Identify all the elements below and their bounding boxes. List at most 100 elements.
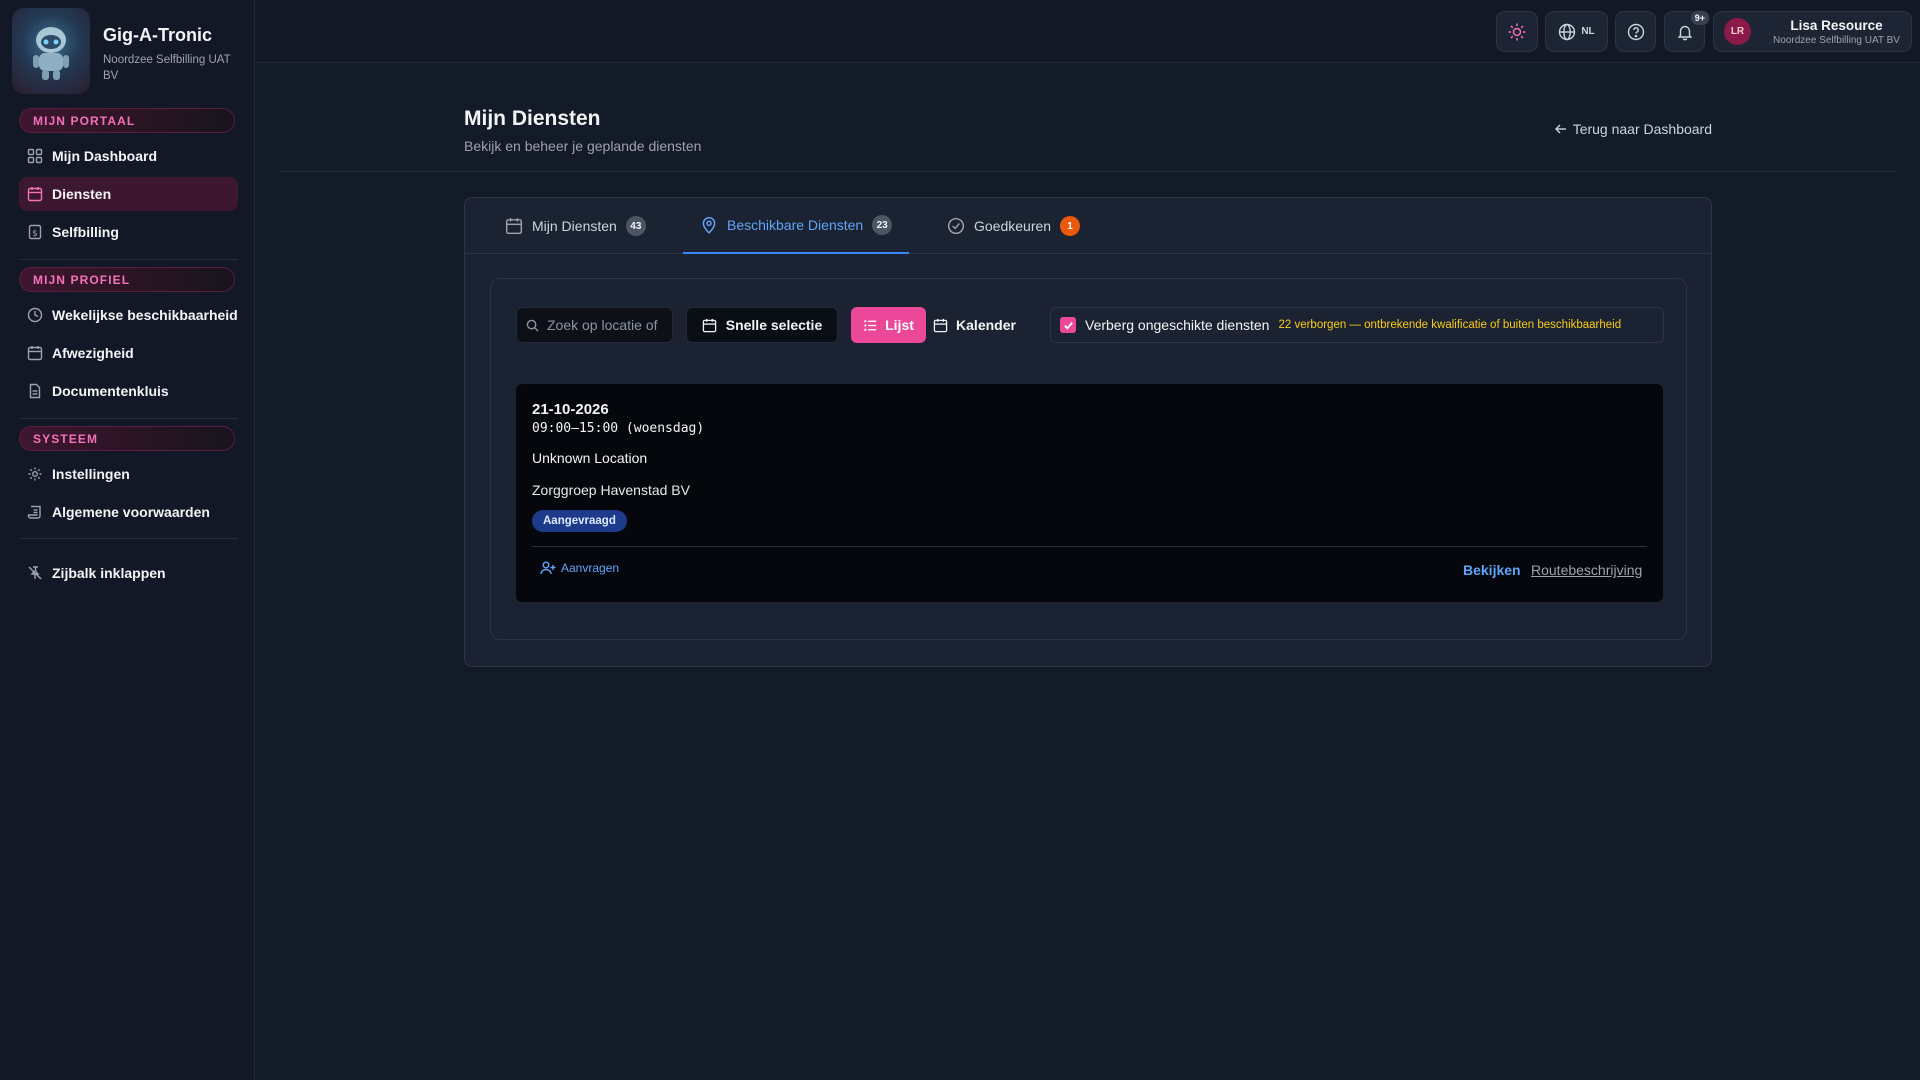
notification-count-badge: 9+ <box>1689 10 1710 26</box>
shift-divider <box>532 546 1647 547</box>
sidebar-item-label: Documentenkluis <box>52 383 169 399</box>
avatar: LR <box>1724 18 1751 45</box>
user-plus-icon <box>540 560 556 576</box>
language-code: NL <box>1581 26 1595 37</box>
sidebar-item-label: Instellingen <box>52 466 130 482</box>
sidebar-item-label: Zijbalk inklappen <box>52 565 166 581</box>
calendar-icon <box>505 217 523 235</box>
sidebar-item-selfbilling[interactable]: $ Selfbilling <box>19 215 238 249</box>
sidebar: Gig-A-Tronic Noordzee Selfbilling UAT BV… <box>0 0 255 1080</box>
calendar-view-button[interactable]: Kalender <box>927 307 1022 343</box>
calendar-icon <box>25 184 45 204</box>
quick-select-label: Snelle selectie <box>725 317 823 333</box>
back-to-dashboard-link[interactable]: Terug naar Dashboard <box>1554 121 1712 137</box>
topbar: NL 9+ LR Lisa Resource Noordzee Selfbill… <box>255 0 1920 63</box>
arrow-left-icon <box>1554 122 1568 136</box>
shift-organization: Zorggroep Havenstad BV <box>532 482 690 498</box>
user-name: Lisa Resource <box>1790 17 1883 33</box>
document-icon <box>25 381 45 401</box>
tab-beschikbare-diensten[interactable]: Beschikbare Diensten 23 <box>683 198 910 254</box>
sidebar-item-wekelijkse-beschikbaarheid[interactable]: Wekelijkse beschikbaarheid <box>19 298 238 332</box>
calendar-icon <box>933 318 948 333</box>
robot-logo[interactable] <box>12 8 90 94</box>
hide-unsuitable-label: Verberg ongeschikte diensten <box>1085 317 1270 333</box>
sidebar-item-label: Selfbilling <box>52 224 119 240</box>
shift-date: 21-10-2026 <box>532 401 609 418</box>
sidebar-divider <box>19 538 238 539</box>
view-shift-button[interactable]: Bekijken <box>1463 562 1521 578</box>
section-header-systeem: SYSTEEM <box>19 426 235 451</box>
search-icon <box>526 319 539 332</box>
check-circle-icon <box>947 217 965 235</box>
user-organization: Noordzee Selfbilling UAT BV <box>1773 34 1900 46</box>
section-header-mijn-profiel: MIJN PROFIEL <box>19 267 235 292</box>
language-selector[interactable]: NL <box>1545 11 1608 52</box>
tab-count-badge: 43 <box>625 216 646 236</box>
sidebar-divider <box>19 418 238 419</box>
section-header-mijn-portaal: MIJN PORTAAL <box>19 108 235 133</box>
section-title: MIJN PROFIEL <box>33 272 131 287</box>
request-shift-button[interactable]: Aanvragen <box>540 560 619 576</box>
help-icon <box>1627 23 1645 41</box>
back-link-label: Terug naar Dashboard <box>1572 121 1712 137</box>
sidebar-item-algemene-voorwaarden[interactable]: Algemene voorwaarden <box>19 495 238 529</box>
shift-time: 09:00–15:00 (woensdag) <box>532 421 705 436</box>
gear-icon <box>25 464 45 484</box>
list-view-button[interactable]: Lijst <box>851 307 926 343</box>
tab-label: Goedkeuren <box>974 218 1052 234</box>
tab-mijn-diensten[interactable]: Mijn Diensten 43 <box>505 198 646 254</box>
sidebar-divider <box>19 259 238 260</box>
sidebar-item-afwezigheid[interactable]: Afwezigheid <box>19 336 238 370</box>
dollar-document-icon: $ <box>25 222 45 242</box>
page-subtitle: Bekijk en beheer je geplande diensten <box>464 138 702 154</box>
pin-off-icon <box>25 563 45 583</box>
sun-icon <box>1507 22 1527 42</box>
quick-select-button[interactable]: Snelle selectie <box>686 307 838 343</box>
dashboard-icon <box>25 146 45 166</box>
status-badge: Aangevraagd <box>532 510 627 532</box>
sidebar-item-label: Wekelijkse beschikbaarheid <box>52 307 238 323</box>
scroll-icon <box>25 502 45 522</box>
help-button[interactable] <box>1615 11 1656 52</box>
route-link[interactable]: Routebeschrijving <box>1531 562 1642 578</box>
sidebar-collapse-button[interactable]: Zijbalk inklappen <box>19 556 238 590</box>
list-icon <box>863 318 878 333</box>
section-title: SYSTEEM <box>33 431 99 446</box>
hide-unsuitable-checkbox[interactable] <box>1060 317 1076 333</box>
tab-count-badge: 1 <box>1060 216 1081 236</box>
brand: Gig-A-Tronic Noordzee Selfbilling UAT BV <box>12 8 248 94</box>
bell-icon <box>1676 23 1694 41</box>
sidebar-item-mijn-dashboard[interactable]: Mijn Dashboard <box>19 139 238 173</box>
sidebar-item-diensten[interactable]: Diensten <box>19 177 238 211</box>
user-menu[interactable]: LR Lisa Resource Noordzee Selfbilling UA… <box>1713 11 1912 52</box>
tab-bar: Mijn Diensten 43 Beschikbare Diensten 23… <box>465 198 1711 254</box>
calendar-icon <box>702 318 717 333</box>
section-title: MIJN PORTAAL <box>33 113 136 128</box>
svg-text:$: $ <box>32 229 38 239</box>
shifts-card: Mijn Diensten 43 Beschikbare Diensten 23… <box>464 197 1712 667</box>
list-view-label: Lijst <box>885 317 914 333</box>
calendar-icon <box>25 343 45 363</box>
request-label: Aanvragen <box>561 561 620 575</box>
globe-icon <box>1558 23 1576 41</box>
organization-name: Noordzee Selfbilling UAT BV <box>103 54 231 82</box>
map-pin-icon <box>700 216 718 234</box>
hidden-count-note: 22 verborgen — ontbrekende kwalificatie … <box>1278 319 1622 331</box>
sidebar-item-label: Algemene voorwaarden <box>52 504 210 520</box>
sidebar-item-label: Afwezigheid <box>52 345 134 361</box>
app-name: Gig-A-Tronic <box>103 25 212 45</box>
shift-card: 21-10-2026 09:00–15:00 (woensdag) Unknow… <box>516 384 1663 602</box>
shift-location: Unknown Location <box>532 450 648 466</box>
header-divider <box>280 171 1896 172</box>
tab-label: Beschikbare Diensten <box>727 217 864 233</box>
available-shifts-panel: Snelle selectie Lijst Kalender <box>490 278 1687 640</box>
theme-toggle-button[interactable] <box>1496 11 1538 52</box>
search-input[interactable] <box>547 317 667 333</box>
sidebar-item-instellingen[interactable]: Instellingen <box>19 457 238 491</box>
notifications-button[interactable]: 9+ <box>1664 10 1710 52</box>
sidebar-item-documentenkluis[interactable]: Documentenkluis <box>19 374 238 408</box>
tab-goedkeuren[interactable]: Goedkeuren 1 <box>947 198 1081 254</box>
sidebar-item-label: Mijn Dashboard <box>52 148 158 164</box>
search-field[interactable] <box>516 307 673 343</box>
sidebar-item-label: Diensten <box>52 186 112 202</box>
